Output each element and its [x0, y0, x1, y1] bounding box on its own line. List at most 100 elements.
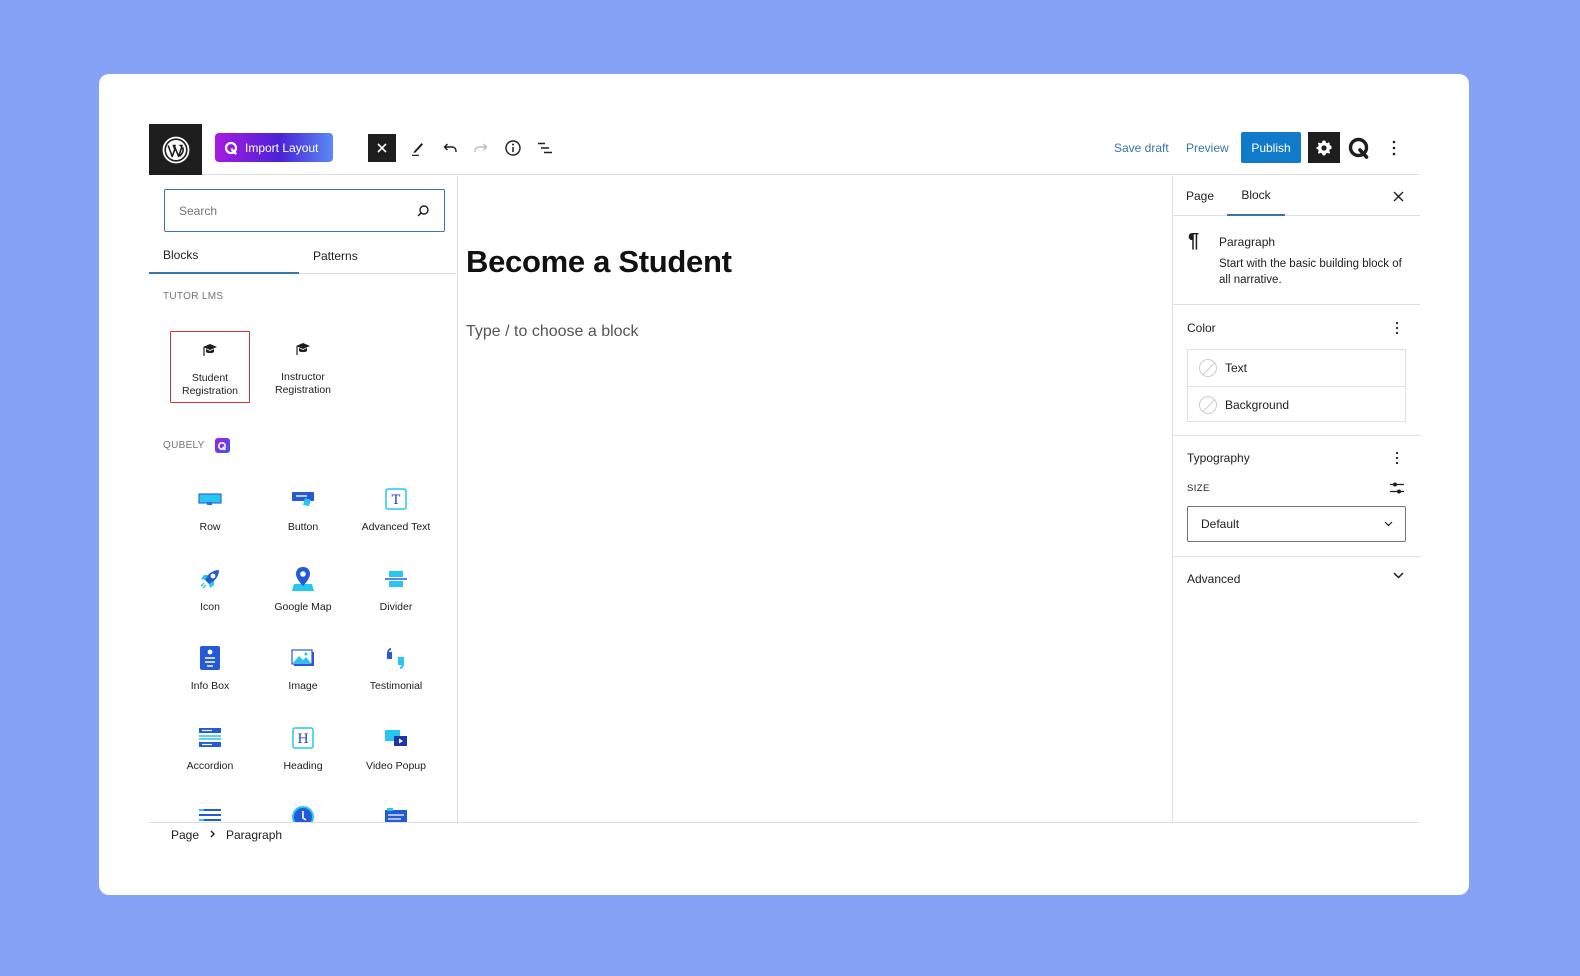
custom-size-toggle[interactable]	[1388, 480, 1406, 496]
close-sidebar-button[interactable]	[1388, 186, 1408, 206]
qubely-q-icon	[224, 141, 238, 155]
settings-button[interactable]	[1308, 132, 1340, 163]
size-label: SIZE	[1187, 483, 1210, 494]
tools-button[interactable]	[404, 134, 432, 162]
close-icon	[1393, 191, 1403, 201]
color-option-label: Background	[1225, 397, 1290, 412]
block-partial-tabs[interactable]	[356, 799, 436, 822]
video-popup-icon	[385, 730, 407, 746]
heading-icon: H	[292, 727, 314, 749]
info-box-icon	[200, 646, 220, 670]
list-icon	[199, 809, 221, 821]
wordpress-logo-button[interactable]	[149, 124, 202, 175]
block-info-box[interactable]: Info Box	[170, 640, 250, 712]
post-title[interactable]: Become a Student	[466, 244, 732, 280]
block-video-popup[interactable]: Video Popup	[356, 720, 436, 792]
block-google-map[interactable]: Google Map	[263, 561, 343, 633]
block-label: Student Registration	[181, 372, 239, 397]
block-label: Testimonial	[369, 680, 423, 692]
tab-patterns[interactable]: Patterns	[299, 238, 457, 274]
typography-options-button[interactable]	[1388, 448, 1406, 468]
color-text-option[interactable]: Text	[1188, 350, 1405, 386]
advanced-panel[interactable]: Advanced	[1173, 557, 1420, 603]
block-student-registration[interactable]: Student Registration	[170, 331, 250, 403]
details-button[interactable]	[499, 134, 527, 162]
map-pin-icon	[292, 567, 314, 591]
block-accordion[interactable]: Accordion	[170, 720, 250, 792]
qubely-button[interactable]	[1345, 134, 1373, 162]
block-search-input[interactable]	[179, 203, 416, 218]
info-icon	[505, 140, 521, 156]
breadcrumb-page[interactable]: Page	[171, 828, 199, 842]
block-instructor-registration[interactable]: Instructor Registration	[263, 331, 343, 403]
search-icon	[417, 204, 429, 217]
color-panel-title: Color	[1187, 321, 1216, 335]
undo-icon	[443, 143, 457, 152]
gear-icon	[1316, 140, 1332, 155]
graduation-cap-icon	[296, 343, 310, 355]
block-button[interactable]: Button	[263, 481, 343, 553]
color-background-option[interactable]: Background	[1188, 386, 1405, 422]
options-menu-button[interactable]	[1382, 134, 1406, 162]
block-testimonial[interactable]: Testimonial	[356, 640, 436, 712]
color-options-button[interactable]	[1388, 318, 1406, 338]
block-partial-list[interactable]	[170, 799, 250, 822]
typography-panel-title: Typography	[1187, 451, 1250, 465]
tab-page[interactable]: Page	[1186, 176, 1214, 216]
button-icon	[292, 492, 314, 506]
block-divider[interactable]: Divider	[356, 561, 436, 633]
import-layout-label: Import Layout	[245, 140, 319, 155]
font-size-select[interactable]: Default	[1187, 506, 1406, 542]
block-label: Advanced Text	[361, 521, 431, 533]
advanced-text-icon: T	[385, 488, 407, 510]
block-label: Image	[288, 680, 318, 692]
editor-canvas[interactable]: Become a Student Type / to choose a bloc…	[459, 176, 1172, 822]
block-label: Row	[199, 521, 221, 533]
block-row[interactable]: Row	[170, 481, 250, 553]
block-advanced-text[interactable]: T Advanced Text	[356, 481, 436, 553]
quote-icon	[387, 648, 404, 669]
block-image[interactable]: Image	[263, 640, 343, 712]
block-label: Google Map	[274, 601, 332, 613]
chevron-down-icon	[1384, 521, 1393, 527]
rocket-icon	[200, 570, 219, 589]
breadcrumb-paragraph[interactable]: Paragraph	[226, 828, 282, 842]
block-heading[interactable]: H Heading	[263, 720, 343, 792]
image-icon	[291, 649, 314, 666]
color-option-label: Text	[1225, 361, 1248, 375]
block-label: Instructor Registration	[274, 371, 332, 396]
block-card: ¶ Paragraph Start with the basic buildin…	[1173, 217, 1420, 305]
undo-button[interactable]	[436, 134, 464, 162]
tab-block[interactable]: Block	[1227, 176, 1285, 216]
close-inserter-button[interactable]	[368, 134, 396, 162]
font-size-value: Default	[1201, 517, 1240, 531]
redo-icon	[474, 143, 488, 152]
block-card-title: Paragraph	[1219, 235, 1276, 249]
block-label: Heading	[283, 760, 323, 772]
accordion-icon	[199, 728, 221, 747]
more-vertical-icon	[1395, 451, 1399, 465]
empty-swatch-icon	[1199, 395, 1217, 414]
qubely-logo-icon	[1348, 137, 1369, 159]
block-label: Info Box	[190, 680, 230, 692]
settings-sidebar: Page Block ¶ Paragraph Start with the ba…	[1172, 176, 1420, 822]
inserter-tabs: Blocks Patterns	[149, 238, 457, 274]
block-partial-countdown[interactable]	[263, 799, 343, 822]
row-icon	[198, 493, 222, 505]
publish-button[interactable]: Publish	[1241, 132, 1301, 163]
category-label: QUBELY	[163, 440, 205, 451]
save-draft-button[interactable]: Save draft	[1114, 141, 1169, 155]
svg-text:T: T	[392, 493, 401, 508]
color-panel: Color Text Background	[1173, 306, 1420, 436]
editor-footer: Page Paragraph	[149, 822, 1419, 848]
advanced-panel-title: Advanced	[1187, 572, 1241, 586]
tab-blocks[interactable]: Blocks	[149, 238, 299, 274]
clock-icon	[292, 806, 314, 822]
block-icon[interactable]: Icon	[170, 561, 250, 633]
redo-button[interactable]	[467, 134, 495, 162]
block-placeholder[interactable]: Type / to choose a block	[466, 323, 639, 341]
block-label: Accordion	[186, 760, 234, 772]
import-layout-button[interactable]: Import Layout	[215, 133, 333, 162]
list-view-button[interactable]	[531, 134, 559, 162]
preview-button[interactable]: Preview	[1186, 141, 1229, 155]
